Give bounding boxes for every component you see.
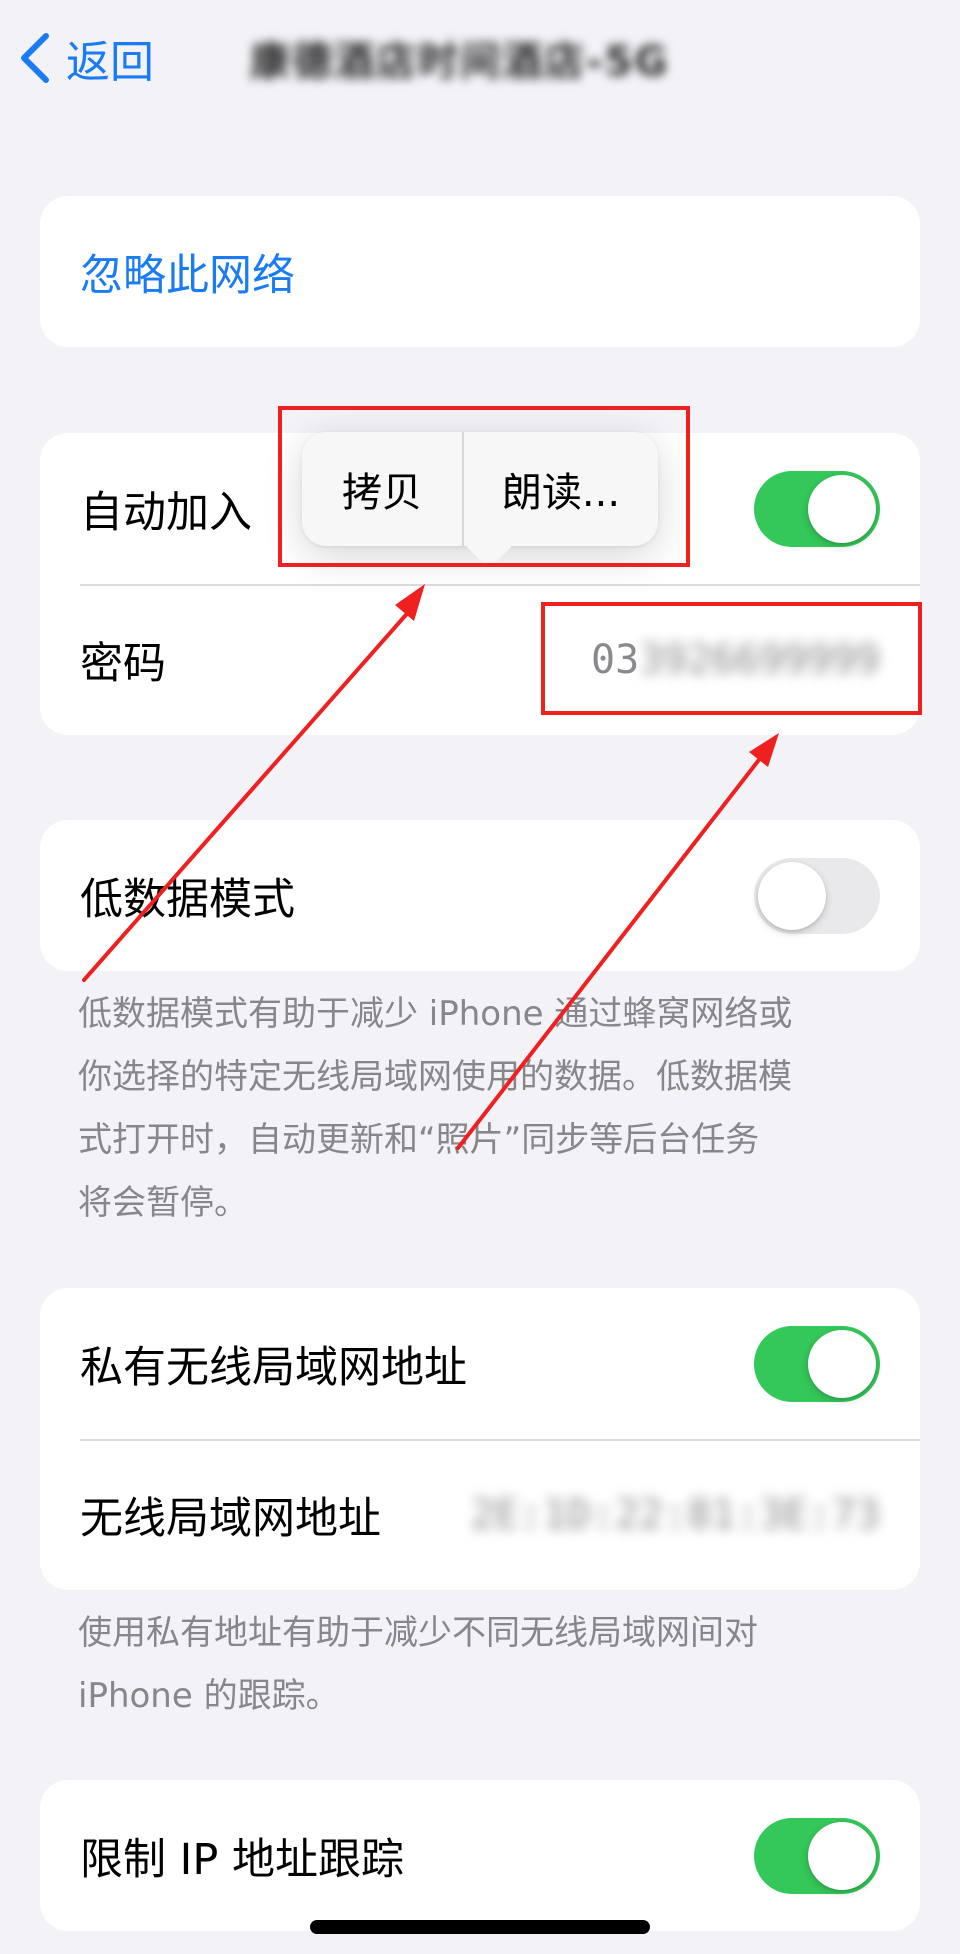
forget-network-label: 忽略此网络 [80, 250, 295, 301]
footer-line: 式打开时，自动更新和“照片”同步等后台任务 [78, 1120, 760, 1160]
speak-menu-item[interactable]: 朗读... [464, 432, 658, 546]
private-address-row: 私有无线局域网地址 [40, 1288, 920, 1439]
footer-line: 你选择的特定无线局域网使用的数据。低数据模 [78, 1057, 792, 1097]
back-button[interactable]: 返回 [18, 22, 154, 94]
private-address-toggle[interactable] [754, 1325, 880, 1402]
limit-ip-card: 限制 IP 地址跟踪 [40, 1780, 920, 1931]
toggle-knob [758, 861, 826, 930]
footer-line: 使用私有地址有助于减少不同无线局域网间对 [78, 1613, 758, 1653]
low-data-card: 低数据模式 [40, 820, 920, 971]
forget-network-button[interactable]: 忽略此网络 [40, 196, 920, 347]
forget-network-card: 忽略此网络 [40, 196, 920, 347]
private-address-card: 私有无线局域网地址 无线局域网地址 2E:1D:22:81:3E:73 [40, 1288, 920, 1590]
footer-line: 将会暂停。 [78, 1183, 248, 1223]
wifi-address-blurred: 2E:1D:22:81:3E:73 [470, 1491, 880, 1538]
toggle-knob [808, 1821, 876, 1890]
password-label: 密码 [80, 638, 166, 689]
wifi-address-value: 2E:1D:22:81:3E:73 [471, 1492, 880, 1538]
wifi-address-label: 无线局域网地址 [80, 1493, 381, 1544]
low-data-footer: 低数据模式有助于减少 iPhone 通过蜂窝网络或 你选择的特定无线局域网使用的… [78, 983, 878, 1235]
limit-ip-row: 限制 IP 地址跟踪 [40, 1780, 920, 1931]
low-data-label: 低数据模式 [80, 874, 295, 925]
password-highlight-box [541, 602, 922, 715]
low-data-toggle[interactable] [754, 857, 880, 934]
page-title: 康德酒店时间酒店-5G [250, 39, 670, 85]
chevron-left-icon [21, 33, 49, 83]
context-menu: 拷贝 朗读... [302, 432, 658, 546]
auto-join-toggle[interactable] [754, 470, 880, 547]
home-indicator [310, 1920, 650, 1934]
limit-ip-label: 限制 IP 地址跟踪 [80, 1834, 404, 1885]
toggle-knob [808, 474, 876, 543]
copy-menu-item[interactable]: 拷贝 [302, 432, 464, 546]
low-data-row: 低数据模式 [40, 820, 920, 971]
wifi-address-row: 无线局域网地址 2E:1D:22:81:3E:73 [40, 1439, 920, 1590]
private-address-footer: 使用私有地址有助于减少不同无线局域网间对 iPhone 的跟踪。 [78, 1602, 878, 1728]
private-address-label: 私有无线局域网地址 [80, 1342, 467, 1393]
footer-line: iPhone 的跟踪。 [78, 1676, 340, 1716]
limit-ip-toggle[interactable] [754, 1817, 880, 1894]
toggle-knob [808, 1329, 876, 1398]
back-label: 返回 [66, 37, 154, 88]
footer-line: 低数据模式有助于减少 iPhone 通过蜂窝网络或 [78, 994, 793, 1034]
